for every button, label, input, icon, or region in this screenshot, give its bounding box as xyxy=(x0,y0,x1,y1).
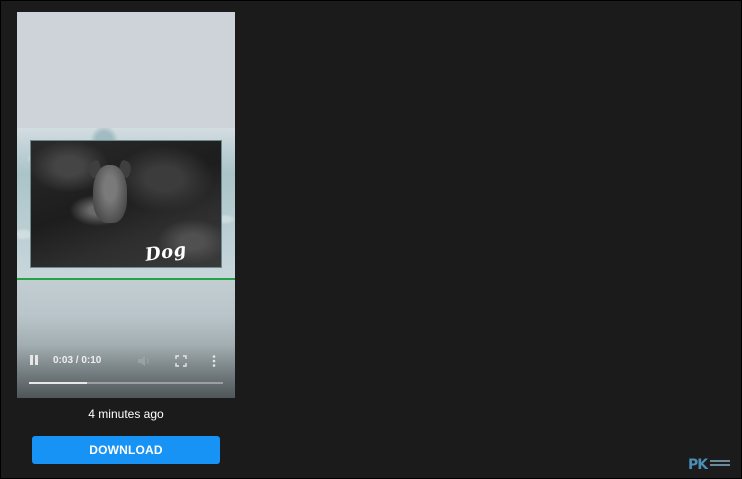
created-timestamp: 4 minutes ago xyxy=(88,407,164,421)
video-time: 0:03 / 0:10 xyxy=(53,355,102,366)
more-vertical-icon[interactable] xyxy=(211,354,217,368)
video-top-area xyxy=(17,12,235,134)
dog-photo: Dog xyxy=(31,141,221,267)
dog-caption: Dog xyxy=(144,239,189,266)
pause-icon[interactable] xyxy=(29,355,39,367)
video-progress-fill xyxy=(29,382,88,384)
result-card: Dog 0:03 / 0:10 4 minutes ago DOWNLOAD xyxy=(17,12,235,464)
video-controls-row: 0:03 / 0:10 xyxy=(17,352,235,370)
watermark-lines xyxy=(710,460,730,470)
fullscreen-icon[interactable] xyxy=(175,355,187,367)
dog-head xyxy=(93,165,127,223)
video-player[interactable]: Dog 0:03 / 0:10 xyxy=(17,12,235,398)
site-watermark-logo: PK xyxy=(688,457,732,473)
video-progress-bar[interactable] xyxy=(29,382,223,384)
video-controls: 0:03 / 0:10 xyxy=(17,338,235,398)
download-button[interactable]: DOWNLOAD xyxy=(32,436,220,464)
watermark-letters: PK xyxy=(688,457,708,473)
volume-icon[interactable] xyxy=(137,355,151,367)
